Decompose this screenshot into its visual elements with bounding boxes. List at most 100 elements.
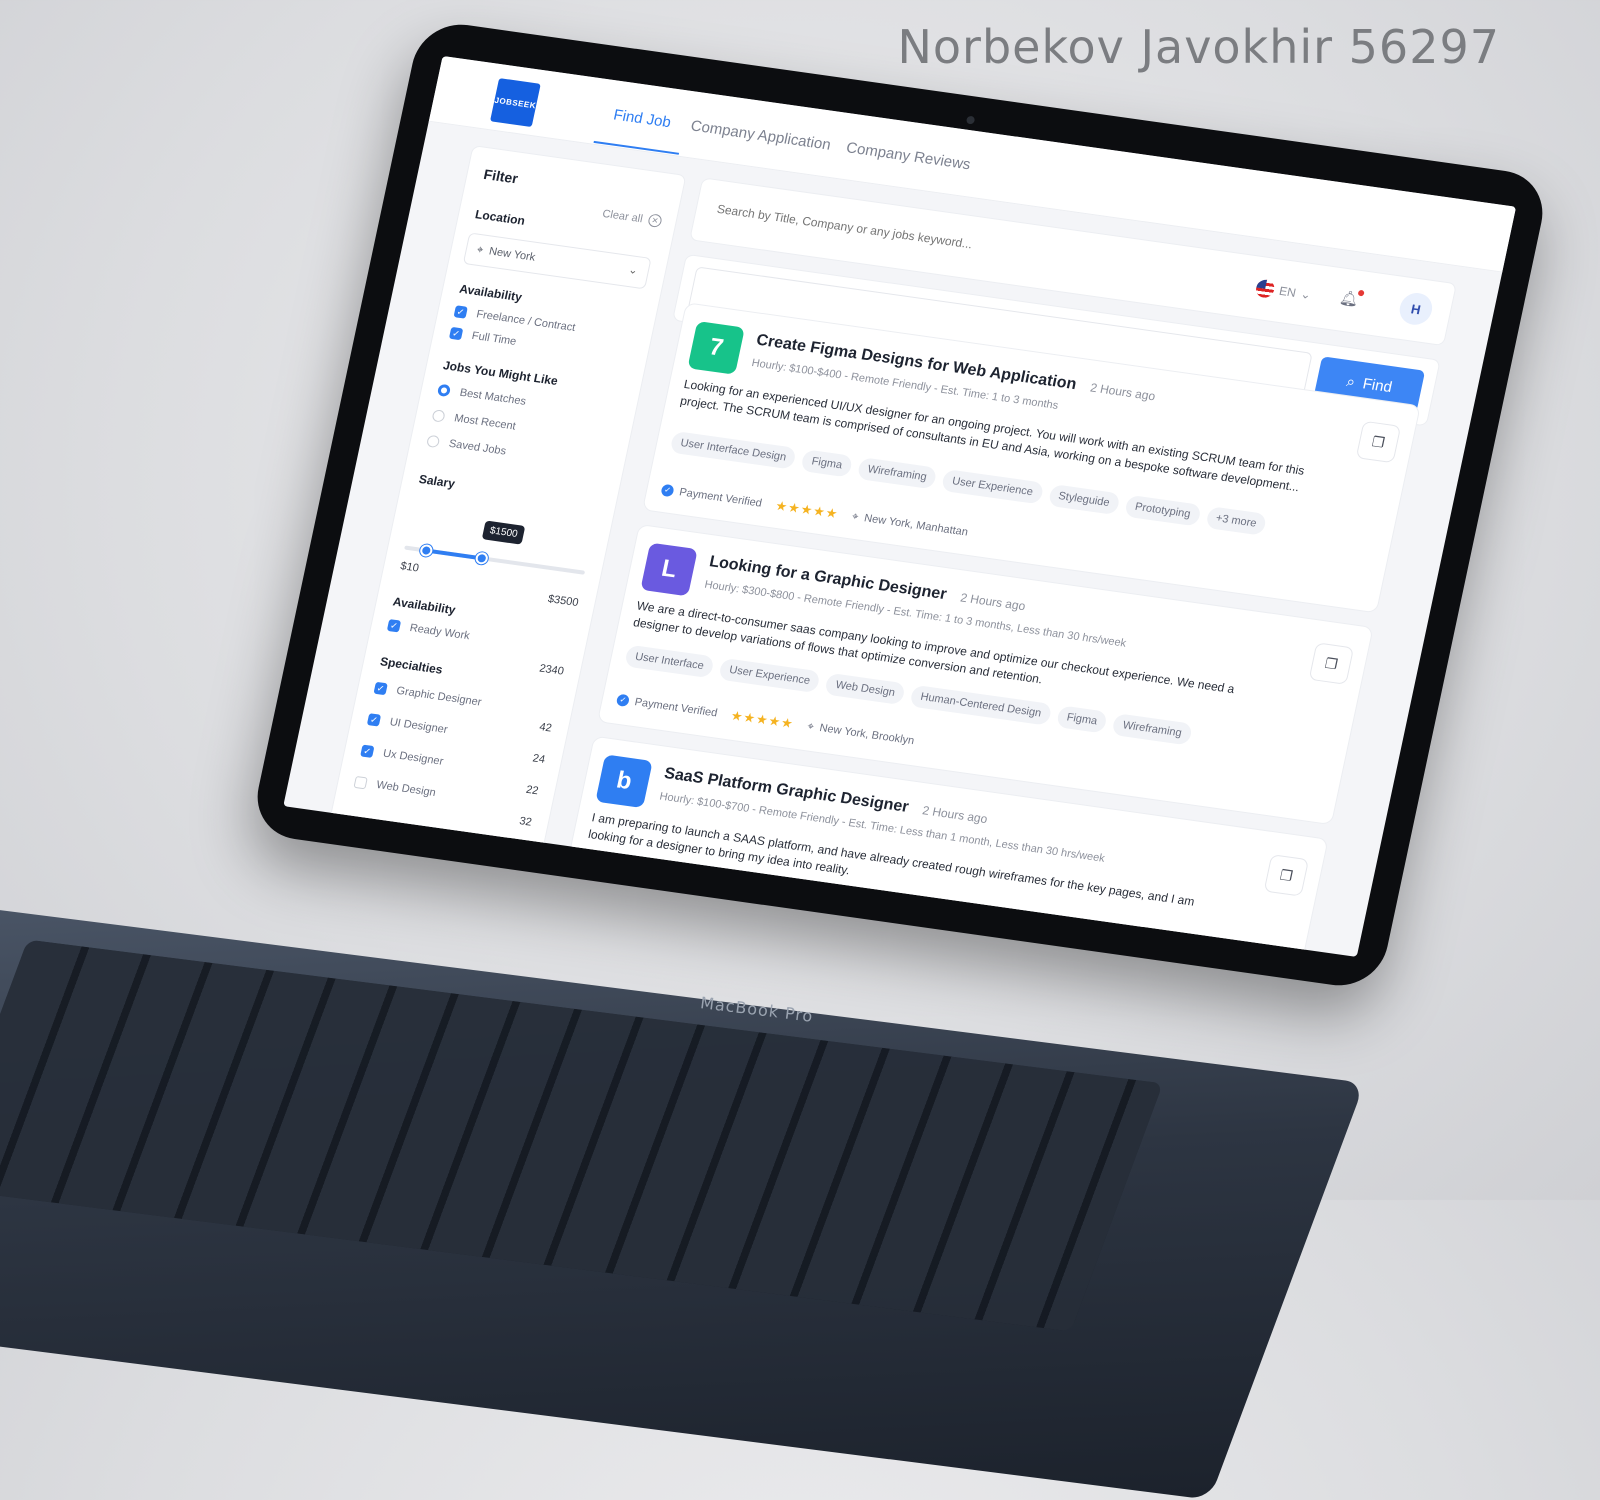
- tag[interactable]: Web Design: [824, 672, 907, 706]
- verified-check-icon: ✓: [615, 693, 631, 708]
- job-location: ⌖ New York, Manhattan: [851, 510, 969, 539]
- specialty-graphic-designer[interactable]: ✓ Graphic Designer: [373, 681, 483, 709]
- salary-tooltip: $1500: [481, 520, 526, 545]
- checkbox-checked-icon: ✓: [448, 326, 464, 341]
- location-pin-icon: ⌖: [806, 719, 816, 733]
- radio-icon: [425, 434, 441, 449]
- app-logo[interactable]: JOBSEEK: [490, 78, 541, 128]
- ready-work-count: 2340: [538, 662, 565, 678]
- salary-min-handle[interactable]: [418, 543, 434, 558]
- clear-all-button[interactable]: Clear all ✕: [601, 207, 663, 228]
- payment-verified: ✓ Payment Verified: [615, 693, 718, 719]
- checkbox-checked-icon: ✓: [366, 713, 382, 727]
- specialty-ux-designer[interactable]: ✓ Ux Designer: [360, 744, 445, 768]
- close-circle-icon: ✕: [647, 213, 663, 228]
- tag[interactable]: Figma: [800, 449, 854, 478]
- find-button-label: Find: [1361, 374, 1394, 396]
- location-select[interactable]: ⌖ New York ⌄: [462, 232, 652, 290]
- availability-ready-work[interactable]: ✓ Ready Work: [386, 619, 471, 643]
- verified-check-icon: ✓: [660, 483, 675, 498]
- verified-label: Payment Verified: [678, 486, 763, 510]
- tag[interactable]: Prototyping: [1123, 494, 1202, 527]
- camera: [965, 115, 976, 125]
- option-label: Saved Jobs: [447, 437, 508, 458]
- company-logo-icon: b: [595, 754, 653, 809]
- chevron-down-icon: ⌄: [627, 264, 639, 278]
- salary-label: Salary: [417, 471, 457, 491]
- job-footer: ✓ Payment Verified ★★★★★ ⌖ New York, Man…: [660, 482, 970, 541]
- job-posted-time: 2 Hours ago: [959, 590, 1027, 614]
- tag[interactable]: User Experience: [941, 469, 1045, 505]
- jobs-like-label: Jobs You Might Like: [441, 358, 560, 389]
- radio-icon: [431, 409, 446, 423]
- specialties-label: Specialties: [378, 654, 444, 677]
- availability2-label: Availability: [391, 594, 457, 618]
- payment-verified: ✓ Payment Verified: [660, 483, 763, 510]
- availability-label: Availability: [458, 281, 524, 305]
- option-label: Freelance / Contract: [475, 308, 577, 334]
- specialty-count: 22: [524, 783, 540, 798]
- bookmark-icon[interactable]: ❐: [1263, 854, 1310, 897]
- more-tags[interactable]: +3 more: [1204, 506, 1268, 536]
- option-label: Full Time: [470, 329, 518, 348]
- jobs-like-best-matches[interactable]: Best Matches: [436, 383, 527, 408]
- location-label: New York, Brooklyn: [818, 722, 916, 748]
- specialty-ui-designer[interactable]: ✓ UI Designer: [366, 713, 449, 737]
- option-label: Most Recent: [453, 412, 517, 433]
- location-label: New York, Manhattan: [862, 512, 970, 539]
- specialty-count: 42: [538, 721, 553, 735]
- option-label: UI Designer: [388, 716, 449, 737]
- language-selector[interactable]: EN ⌄: [1254, 278, 1313, 304]
- checkbox-checked-icon: ✓: [386, 619, 402, 633]
- bookmark-icon[interactable]: ❐: [1355, 420, 1402, 464]
- location-value: New York: [487, 245, 537, 264]
- tab-find-job[interactable]: Find Job: [612, 107, 673, 132]
- laptop-lid: JOBSEEK Find Job Company Application Com…: [249, 18, 1551, 992]
- jobs-like-most-recent[interactable]: Most Recent: [431, 409, 517, 433]
- job-posted-time: 2 Hours ago: [1088, 380, 1157, 404]
- language-label: EN: [1277, 283, 1298, 300]
- job-location: ⌖ New York, Brooklyn: [806, 720, 915, 748]
- bell-icon[interactable]: 🔔︎: [1338, 288, 1361, 308]
- tag[interactable]: Human-Centered Design: [909, 684, 1053, 726]
- rating-stars-icon: ★★★★★: [729, 707, 796, 732]
- tab-company-application[interactable]: Company Application: [689, 117, 832, 153]
- availability-option-fulltime[interactable]: ✓ Full Time: [448, 326, 518, 348]
- salary-slider-fill: [425, 548, 483, 561]
- specialty-web-design[interactable]: Web Design: [353, 775, 437, 799]
- tag[interactable]: Styleguide: [1047, 483, 1121, 516]
- search-icon: ⌕: [1344, 372, 1357, 391]
- tag[interactable]: Wireframing: [1111, 713, 1193, 746]
- avatar[interactable]: H: [1396, 290, 1436, 327]
- tag[interactable]: Figma: [1055, 705, 1109, 734]
- option-label: Graphic Designer: [395, 684, 483, 709]
- watermark-text: Norbekov Javokhir 56297: [897, 20, 1500, 74]
- option-label: Ready Work: [408, 622, 471, 643]
- salary-slider[interactable]: $1500: [404, 520, 586, 575]
- salary-min-value: $10: [399, 560, 420, 575]
- tag[interactable]: User Experience: [718, 657, 822, 694]
- jobs-like-saved-jobs[interactable]: Saved Jobs: [425, 434, 508, 458]
- checkbox-checked-icon: ✓: [453, 305, 468, 319]
- tag[interactable]: User Interface Design: [669, 430, 798, 470]
- bookmark-icon[interactable]: ❐: [1308, 642, 1355, 685]
- salary-max-value: $3500: [546, 593, 580, 610]
- radio-selected-icon: [436, 383, 452, 398]
- job-posted-time: 2 Hours ago: [921, 803, 989, 827]
- main-content: EN ⌄ 🔔︎ H ⌕ Find 7 Create Figma Designs …: [559, 177, 1458, 957]
- us-flag-icon: [1254, 278, 1277, 299]
- tag[interactable]: User Interface: [624, 644, 715, 679]
- checkbox-checked-icon: ✓: [373, 681, 388, 696]
- laptop-base: [0, 905, 1365, 1500]
- salary-max-handle[interactable]: $1500: [474, 520, 526, 566]
- checkbox-unchecked-icon: [353, 775, 368, 790]
- rating-stars-icon: ★★★★★: [774, 497, 840, 522]
- notification-dot: [1357, 289, 1365, 297]
- tag[interactable]: Wireframing: [856, 457, 938, 490]
- tab-company-reviews[interactable]: Company Reviews: [845, 139, 972, 173]
- company-logo-icon: L: [640, 542, 698, 597]
- specialty-count: 24: [531, 752, 547, 766]
- option-label: Ux Designer: [381, 747, 445, 768]
- company-logo-icon: 7: [687, 321, 745, 375]
- specialty-count: 32: [518, 815, 533, 829]
